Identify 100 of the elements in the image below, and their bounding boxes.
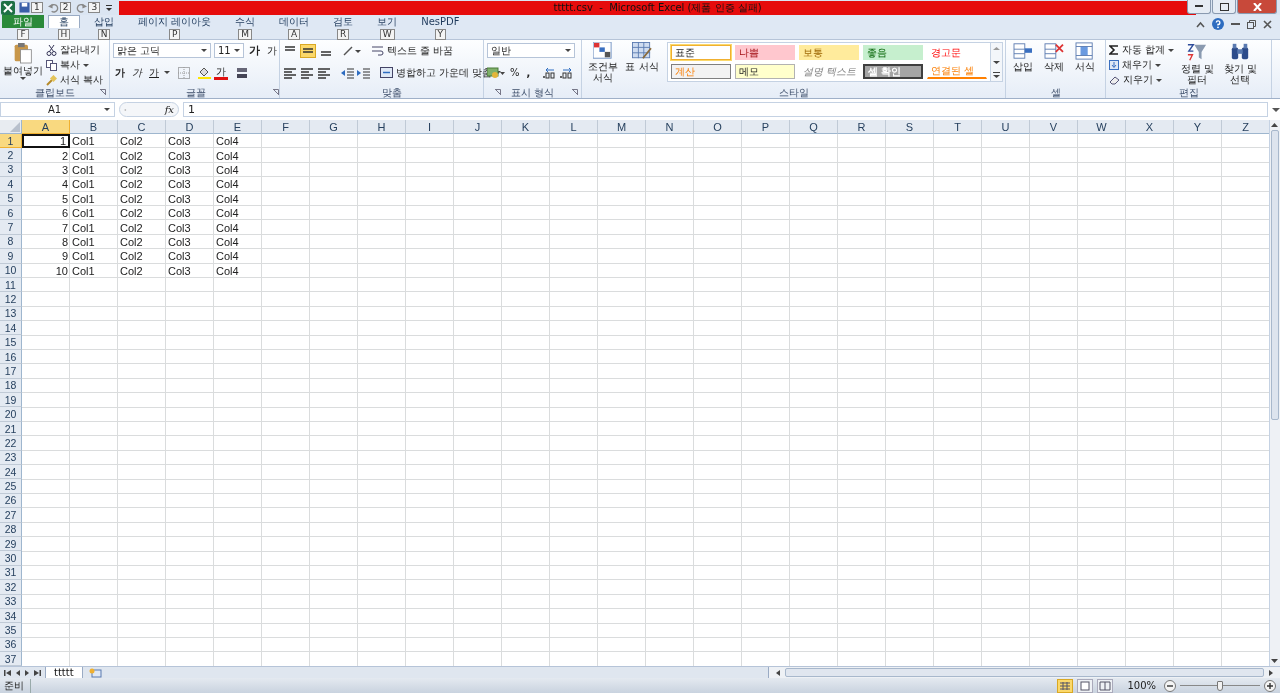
comma-button[interactable]: , — [524, 67, 533, 78]
shrink-font-button[interactable]: 가 — [265, 43, 279, 58]
table-cell[interactable]: Col1 — [70, 191, 118, 206]
clear-button[interactable]: 지우기 — [1109, 73, 1175, 87]
font-size-dropdown[interactable]: 11 — [214, 43, 244, 58]
first-sheet-icon[interactable] — [4, 668, 12, 677]
bold-button[interactable]: 가 — [113, 65, 127, 80]
table-cell[interactable]: Col1 — [70, 220, 118, 235]
ribbon-tab[interactable]: 페이지 레이아웃 — [128, 15, 222, 28]
close-button[interactable] — [1237, 0, 1277, 14]
table-cell[interactable]: Col2 — [118, 162, 166, 178]
insert-cells-button[interactable]: 삽입 — [1009, 42, 1037, 72]
save-icon[interactable] — [19, 2, 30, 13]
cell-style-item[interactable]: 설명 텍스트 — [799, 64, 859, 79]
decrease-decimal-icon[interactable] — [559, 66, 574, 79]
next-sheet-icon[interactable] — [24, 668, 30, 677]
number-format-dropdown[interactable]: 일반 — [487, 43, 575, 58]
table-cell[interactable]: 6 — [22, 205, 70, 221]
row-header[interactable]: 17 — [0, 364, 22, 379]
table-cell[interactable]: Col2 — [118, 191, 166, 206]
ribbon-tab[interactable]: 수식 — [225, 15, 266, 28]
column-header[interactable]: P — [742, 120, 790, 134]
find-select-button[interactable]: 찾기 및 선택 — [1220, 42, 1261, 85]
column-header[interactable]: C — [118, 120, 166, 134]
grow-font-button[interactable]: 가 — [247, 43, 262, 58]
wrap-text-button[interactable]: 텍스트 줄 바꿈 — [371, 43, 454, 58]
table-cell[interactable]: Col2 — [118, 234, 166, 250]
table-cell[interactable]: Col1 — [70, 162, 118, 178]
column-header[interactable]: L — [550, 120, 598, 134]
table-cell[interactable]: Col4 — [214, 177, 262, 192]
row-header[interactable]: 30 — [0, 551, 22, 566]
cell-style-item[interactable]: 메모 — [735, 64, 795, 79]
format-painter-button[interactable]: 서식 복사 — [46, 73, 104, 87]
row-header[interactable]: 2 — [0, 148, 22, 163]
decrease-indent-icon[interactable] — [341, 66, 354, 79]
fill-button[interactable]: 채우기 — [1109, 58, 1175, 72]
table-cell[interactable]: Col4 — [214, 234, 262, 250]
cell-style-item[interactable]: 표준 — [671, 45, 731, 60]
paste-button[interactable]: 붙여넣기 — [3, 42, 43, 80]
column-header[interactable]: A — [22, 120, 70, 134]
table-cell[interactable]: Col3 — [166, 263, 214, 278]
row-header[interactable]: 27 — [0, 508, 22, 523]
table-cell[interactable]: Col3 — [166, 191, 214, 206]
table-cell[interactable]: Col1 — [70, 205, 118, 221]
column-header[interactable]: V — [1030, 120, 1078, 134]
minimize-button[interactable] — [1187, 0, 1211, 14]
scroll-thumb[interactable] — [1271, 130, 1279, 420]
last-sheet-icon[interactable] — [33, 668, 41, 677]
row-header[interactable]: 37 — [0, 652, 22, 666]
column-header[interactable]: G — [310, 120, 358, 134]
table-cell[interactable]: Col2 — [118, 263, 166, 278]
scroll-right-icon[interactable] — [1268, 668, 1274, 677]
column-header[interactable]: Z — [1222, 120, 1269, 134]
ribbon-tab[interactable]: 데이터 — [269, 15, 320, 28]
restore-icon[interactable] — [1247, 19, 1256, 29]
table-cell[interactable]: Col4 — [214, 263, 262, 278]
cut-button[interactable]: 잘라내기 — [46, 43, 104, 57]
column-header[interactable]: X — [1126, 120, 1174, 134]
column-header[interactable]: R — [838, 120, 886, 134]
table-cell[interactable]: Col3 — [166, 134, 214, 149]
align-middle-icon[interactable] — [300, 43, 316, 58]
row-header[interactable]: 7 — [0, 220, 22, 235]
ribbon-tab[interactable]: 보기 — [367, 15, 408, 28]
sort-filter-button[interactable]: 정렬 및 필터 — [1177, 42, 1218, 85]
row-header[interactable]: 25 — [0, 479, 22, 494]
table-cell[interactable]: 4 — [22, 177, 70, 192]
formula-input[interactable]: 1 — [183, 102, 1268, 117]
redo-icon[interactable] — [76, 2, 88, 13]
column-header[interactable]: U — [982, 120, 1030, 134]
help-icon[interactable] — [1212, 18, 1224, 30]
font-color-button[interactable]: 가 — [214, 65, 228, 80]
row-header[interactable]: 9 — [0, 249, 22, 264]
cell-style-item[interactable]: 좋음 — [863, 45, 923, 60]
table-cell[interactable]: Col3 — [166, 162, 214, 178]
zoom-in-icon[interactable] — [1264, 679, 1276, 692]
delete-cells-button[interactable]: 삭제 — [1040, 42, 1068, 72]
table-cell[interactable]: 7 — [22, 220, 70, 235]
row-header[interactable]: 12 — [0, 292, 22, 307]
expand-formula-icon[interactable] — [1272, 107, 1280, 112]
table-cell[interactable]: 10 — [22, 263, 70, 278]
table-cell[interactable]: Col3 — [166, 234, 214, 250]
table-cell[interactable]: 2 — [22, 148, 70, 163]
italic-button[interactable]: 가 — [130, 65, 144, 80]
table-cell[interactable]: Col4 — [214, 191, 262, 206]
row-header[interactable]: 4 — [0, 177, 22, 192]
column-header[interactable]: K — [502, 120, 550, 134]
table-cell[interactable]: Col3 — [166, 220, 214, 235]
zoom-out-icon[interactable] — [1164, 679, 1176, 692]
column-header[interactable]: Q — [790, 120, 838, 134]
maximize-button[interactable] — [1212, 0, 1236, 14]
row-header[interactable]: 35 — [0, 623, 22, 638]
autosum-button[interactable]: 자동 합계 — [1109, 43, 1175, 57]
insert-function-button[interactable]: fx — [164, 104, 174, 115]
table-cell[interactable]: Col4 — [214, 162, 262, 178]
column-header[interactable]: N — [646, 120, 694, 134]
column-header[interactable]: S — [886, 120, 934, 134]
align-left-icon[interactable] — [283, 66, 297, 79]
name-box[interactable]: A1 — [0, 102, 115, 117]
table-cell[interactable]: 8 — [22, 234, 70, 250]
column-header[interactable]: H — [358, 120, 406, 134]
